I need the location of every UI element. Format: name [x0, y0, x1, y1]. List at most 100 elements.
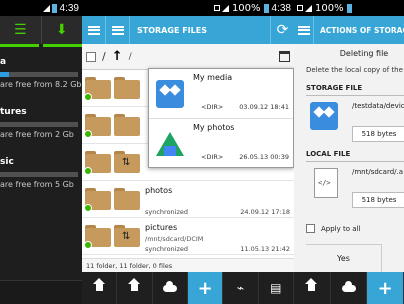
signal-icon — [305, 4, 312, 12]
storage-toolbar: ☰ ⬇ — [0, 16, 82, 44]
folder-icons: ⇅ — [82, 225, 143, 249]
local-file-path: /mnt/sdcard/.a — [352, 168, 404, 176]
popup-item-dir: <DIR> — [201, 103, 224, 111]
storage-usage-bar — [0, 122, 78, 127]
file-date: 11.05.13 21:42 — [240, 244, 290, 253]
folder-icon — [114, 114, 140, 136]
folder-icon — [84, 225, 111, 249]
folder-icon — [84, 188, 111, 212]
divider — [306, 161, 404, 162]
storage-entry[interactable]: a are free from 8.2 Gb — [0, 57, 82, 89]
hamburger-icon — [87, 25, 100, 35]
file-date: 24.09.12 17:18 — [240, 207, 290, 216]
card-icon: ▤ — [270, 281, 282, 295]
sync-arrows-icon: ⇅ — [122, 231, 131, 242]
cloud-folder-popup: My media <DIR> 03.09.12 18:41 My photos … — [148, 68, 294, 168]
home-icon — [305, 278, 318, 293]
file-meta: pictures /mnt/sdcard/DCIM synchronized 1… — [143, 218, 294, 255]
window-icon[interactable] — [279, 51, 290, 62]
battery-percent: 100% — [315, 2, 344, 14]
cloud-button[interactable] — [331, 272, 368, 304]
local-file-info: /mnt/sdcard/.a 518 bytes — [306, 164, 404, 212]
list-icon: ☰ — [13, 22, 27, 38]
path-separator: / — [102, 50, 106, 63]
code-file-icon — [314, 168, 338, 198]
cloud-icon — [341, 280, 356, 292]
add-button[interactable]: + — [187, 272, 224, 304]
dropbox-icon — [156, 79, 184, 108]
select-all-checkbox[interactable] — [86, 51, 96, 62]
menu-button[interactable] — [294, 16, 314, 44]
page-title: ACTIONS OF STORAGE — [320, 25, 404, 35]
list-menu-button[interactable] — [106, 16, 130, 44]
status-bar: 100% — [294, 0, 404, 16]
add-button[interactable]: + — [367, 272, 404, 304]
list-icon — [111, 25, 124, 35]
app-toolbar: ACTIONS OF STORAGE — [294, 16, 404, 44]
folder-icon — [114, 77, 140, 99]
file-icon — [310, 102, 340, 132]
dialog-title: Deleting file — [339, 49, 389, 58]
sync-arrows-icon: ⇅ — [122, 157, 131, 168]
storage-file-size: 518 bytes — [352, 126, 404, 142]
synced-check-icon — [84, 204, 92, 212]
download-icon: ⬇ — [55, 22, 68, 38]
delete-dialog: Deleting file Delete the local copy of t… — [294, 44, 404, 272]
file-status: synchronized — [145, 207, 189, 216]
storage-files-panel: 100% 4:38 STORAGE FILES ⟳ / ↑ / ⇅ photos… — [82, 0, 294, 304]
status-time: 4:38 — [271, 2, 291, 14]
storage-free-text: are free from 5 Gb — [0, 180, 74, 189]
left-storage-panel: 4:39 ☰ ⬇ a are free from 8.2 Gb tures ar… — [0, 0, 82, 304]
popup-item[interactable]: My photos <DIR> 26.05.13 00:39 — [149, 119, 293, 169]
file-name: pictures — [145, 222, 178, 232]
yes-button[interactable]: Yes — [306, 244, 382, 272]
home-alt-button[interactable] — [117, 272, 153, 304]
status-bar: 100% 4:38 — [82, 0, 294, 16]
synced-check-icon — [84, 241, 92, 249]
battery-icon — [263, 3, 269, 13]
cloud-icon — [162, 280, 177, 292]
storage-usage-fill — [0, 72, 10, 77]
activity-button[interactable]: ⌁ — [223, 272, 259, 304]
divider — [306, 95, 404, 96]
storage-free-text: are free from 8.2 Gb — [0, 80, 82, 89]
download-button[interactable]: ⬇ — [42, 16, 83, 44]
cloud-button[interactable] — [153, 272, 188, 304]
apply-to-all-row[interactable]: Apply to all — [306, 224, 360, 233]
folder-icons — [82, 188, 143, 212]
item-count: 11 folder, 11 folder, 0 files — [82, 258, 294, 272]
list-item[interactable]: photos synchronized 24.09.12 17:18 — [82, 181, 294, 218]
refresh-button[interactable]: ⟳ — [270, 16, 294, 44]
storage-entry[interactable]: sic are free from 5 Gb — [0, 157, 82, 189]
battery-percent: 100% — [231, 2, 261, 14]
menu-button[interactable] — [82, 16, 106, 44]
google-drive-icon — [156, 132, 184, 156]
list-item[interactable]: ⇅ pictures /mnt/sdcard/DCIM synchronized… — [82, 218, 294, 255]
app-toolbar: STORAGE FILES ⟳ — [82, 16, 294, 44]
popup-item[interactable]: My media <DIR> 03.09.12 18:41 — [149, 69, 293, 119]
actions-panel: 100% ACTIONS OF STORAGE Deleting file De… — [294, 0, 404, 304]
folder-icon — [84, 151, 111, 175]
status-bar: 4:39 — [0, 0, 82, 16]
home-button[interactable] — [82, 272, 118, 304]
path-segment[interactable]: / — [129, 52, 132, 62]
home-button[interactable] — [294, 272, 331, 304]
home-icon — [127, 278, 140, 293]
folder-icon — [84, 77, 111, 101]
storage-entry[interactable]: tures are free from 2 Gb — [0, 107, 82, 139]
popup-item-dir: <DIR> — [201, 153, 224, 161]
pulse-icon: ⌁ — [236, 281, 245, 295]
folder-icons — [82, 77, 143, 101]
folder-icons — [82, 114, 143, 138]
notification-icon — [213, 5, 220, 11]
up-arrow-icon[interactable]: ↑ — [112, 49, 123, 64]
refresh-icon: ⟳ — [276, 22, 289, 38]
page-title: STORAGE FILES — [137, 25, 207, 35]
plus-icon: + — [377, 277, 393, 299]
storage-menu-button[interactable]: ☰ — [0, 16, 42, 44]
synced-check-icon — [84, 93, 92, 101]
apply-to-all-checkbox[interactable] — [306, 224, 315, 233]
local-file-section: LOCAL FILE — [306, 150, 351, 158]
account-button[interactable]: ▤ — [259, 272, 294, 304]
dropbox-icon — [310, 102, 338, 130]
